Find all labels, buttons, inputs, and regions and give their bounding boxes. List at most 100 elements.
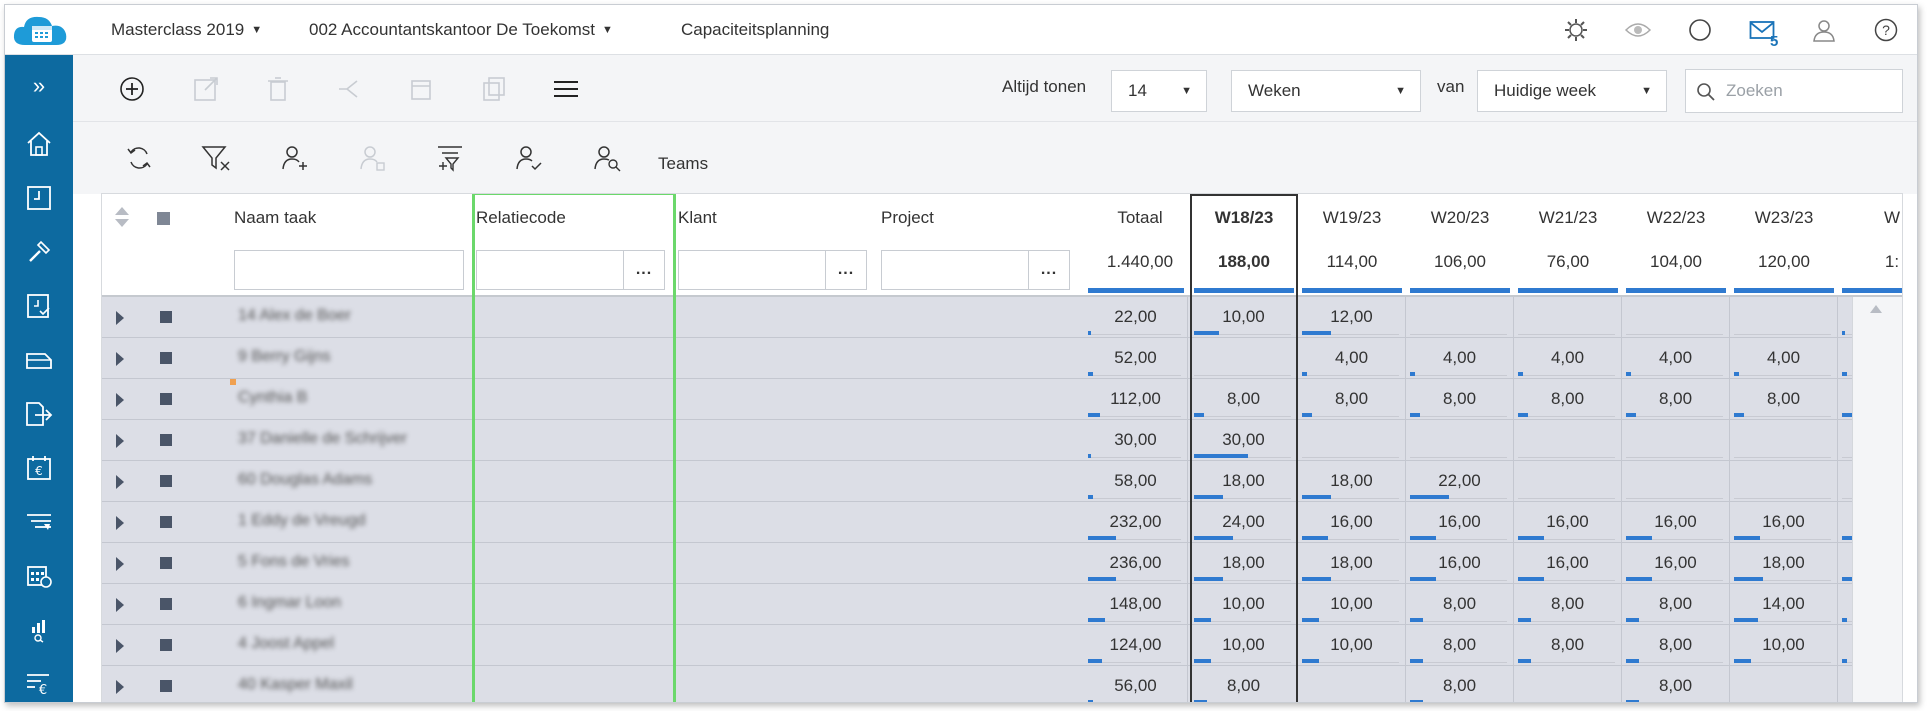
menu-company[interactable]: 002 Accountantskantoor De Toekomst ▼ [309,5,613,55]
week-cell[interactable]: 16,00 [1406,502,1514,542]
circle-icon[interactable] [1669,5,1731,55]
help-icon[interactable]: ? [1855,5,1917,55]
row-select-checkbox[interactable] [160,680,172,692]
row-select-checkbox[interactable] [160,516,172,528]
calendar-grid-icon[interactable] [5,549,73,603]
from-select[interactable]: Huidige week ▼ [1477,70,1667,112]
week-cell[interactable]: 12,00 [1298,297,1406,337]
week-cell[interactable]: 16,00 [1406,543,1514,583]
search-input[interactable]: Zoeken [1685,69,1903,113]
column-project[interactable]: Project ... [881,194,1081,297]
remove-person-icon[interactable] [353,138,393,178]
add-icon[interactable] [113,70,151,108]
week-cell[interactable] [1406,297,1514,337]
settings-icon[interactable] [1545,5,1607,55]
row-total-cell[interactable]: 30,00 [1084,420,1188,460]
home-icon[interactable] [5,117,73,171]
week-column-header[interactable]: W 1: [1838,194,1902,297]
expand-row-icon[interactable] [116,557,124,571]
row-select-checkbox[interactable] [160,311,172,323]
project-filter-input[interactable] [881,250,1029,290]
column-client[interactable]: Klant ... [678,194,878,297]
week-cell[interactable]: 8,00 [1622,625,1730,665]
menu-capacity-planning[interactable]: Capaciteitsplanning [681,5,829,55]
week-cell[interactable]: 8,00 [1406,379,1514,419]
row-total-cell[interactable]: 58,00 [1084,461,1188,501]
app-logo-icon[interactable] [11,11,71,51]
week-cell[interactable] [1730,420,1838,460]
week-cell[interactable]: 16,00 [1622,543,1730,583]
week-column-header[interactable]: W18/23 188,00 [1190,194,1298,297]
row-total-cell[interactable]: 112,00 [1084,379,1188,419]
week-cell[interactable]: 4,00 [1406,338,1514,378]
calendar-euro-icon[interactable]: € [5,441,73,495]
row-select-checkbox[interactable] [160,639,172,651]
teams-button[interactable]: Teams [658,154,708,174]
week-cell[interactable] [1514,666,1622,702]
row-select-checkbox[interactable] [160,475,172,487]
row-select-checkbox[interactable] [160,434,172,446]
week-cell[interactable]: 18,00 [1298,461,1406,501]
week-cell[interactable]: 8,00 [1514,625,1622,665]
table-row[interactable]: 14 Alex de Boer 22,00 10,00 12,00 [102,297,1902,338]
week-cell[interactable]: 16,00 [1514,502,1622,542]
expand-row-icon[interactable] [116,680,124,694]
week-column-header[interactable]: W22/23 104,00 [1622,194,1730,297]
delete-icon[interactable] [259,70,297,108]
table-row[interactable]: 5 Fons de Vries 236,00 18,00 18,00 16,00 16,0… [102,543,1902,584]
week-cell[interactable]: 16,00 [1514,543,1622,583]
export-icon[interactable] [5,387,73,441]
table-row[interactable]: 60 Douglas Adams 58,00 18,00 18,00 22,00 [102,461,1902,502]
table-row[interactable]: 1 Eddy de Vreugd 232,00 24,00 16,00 16,00 16,… [102,502,1902,543]
table-row[interactable]: 40 Kasper Maxil 56,00 8,00 8,00 8,00 [102,666,1902,702]
row-total-cell[interactable]: 52,00 [1084,338,1188,378]
expand-row-icon[interactable] [116,639,124,653]
expand-row-icon[interactable] [116,475,124,489]
sort-icon[interactable] [110,194,150,297]
chart-search-icon[interactable] [5,603,73,657]
row-total-cell[interactable]: 56,00 [1084,666,1188,702]
week-cell[interactable] [1514,420,1622,460]
row-select-checkbox[interactable] [160,393,172,405]
week-cell[interactable] [1730,461,1838,501]
week-cell[interactable] [1730,666,1838,702]
week-cell[interactable]: 8,00 [1406,584,1514,624]
week-cell[interactable] [1298,666,1406,702]
week-cell[interactable]: 18,00 [1190,543,1298,583]
table-row[interactable]: 37 Danielle de Schrijver 30,00 30,00 [102,420,1902,461]
row-total-cell[interactable]: 124,00 [1084,625,1188,665]
week-cell[interactable]: 10,00 [1190,297,1298,337]
copy-icon[interactable] [475,70,513,108]
column-relation[interactable]: Relatiecode ... [476,194,676,297]
person-check-icon[interactable] [509,138,549,178]
select-all-checkbox[interactable] [154,194,184,297]
client-filter-input[interactable] [678,250,826,290]
person-search-icon[interactable] [587,138,627,178]
relation-filter-input[interactable] [476,250,624,290]
table-row[interactable]: Cynthia B 112,00 8,00 8,00 8,00 8,00 8,00 8,00 [102,379,1902,420]
week-column-header[interactable]: W19/23 114,00 [1298,194,1406,297]
week-cell[interactable]: 8,00 [1622,584,1730,624]
relation-filter-button[interactable]: ... [623,250,665,290]
tools-icon[interactable] [5,225,73,279]
week-cell[interactable] [1622,461,1730,501]
scroll-up-icon[interactable] [1870,305,1882,313]
name-filter-input[interactable] [234,250,464,290]
row-total-cell[interactable]: 148,00 [1084,584,1188,624]
filter-lines-icon[interactable] [5,495,73,549]
week-cell[interactable] [1514,297,1622,337]
week-cell[interactable]: 18,00 [1730,543,1838,583]
week-column-header[interactable]: W23/23 120,00 [1730,194,1838,297]
week-cell[interactable]: 8,00 [1298,379,1406,419]
show-count-select[interactable]: 14 ▼ [1111,70,1207,112]
client-filter-button[interactable]: ... [825,250,867,290]
week-cell[interactable]: 18,00 [1190,461,1298,501]
week-cell[interactable] [1514,461,1622,501]
filter-add-icon[interactable] [431,138,471,178]
week-cell[interactable]: 14,00 [1730,584,1838,624]
week-cell[interactable]: 4,00 [1298,338,1406,378]
split-icon[interactable] [331,70,369,108]
list-euro-icon[interactable]: € [5,657,73,702]
column-total[interactable]: Totaal 1.440,00 [1084,194,1188,297]
week-column-header[interactable]: W21/23 76,00 [1514,194,1622,297]
